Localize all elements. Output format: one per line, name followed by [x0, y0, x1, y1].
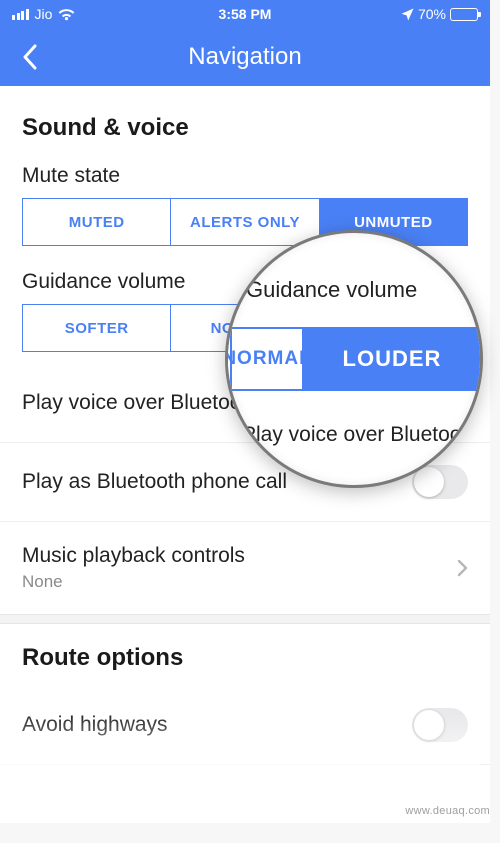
battery-icon [450, 8, 478, 21]
avoid-highways-label: Avoid highways [22, 713, 168, 737]
screen: Jio 3:58 PM 70% Navigation Sound & voice… [0, 0, 490, 823]
avoid-highways-toggle[interactable] [412, 708, 468, 742]
lens-option-normal: NORMAL [232, 327, 304, 391]
lens-option-louder: LOUDER [304, 327, 482, 391]
section-separator [0, 614, 490, 624]
carrier-label: Jio [35, 6, 53, 22]
mute-state-option-muted[interactable]: MUTED [22, 198, 171, 246]
chevron-left-icon [22, 44, 38, 70]
avoid-highways-row[interactable]: Avoid highways [0, 686, 490, 764]
play-voice-over-bluetooth-label: Play voice over Bluetooth [22, 391, 259, 415]
location-icon [401, 8, 414, 21]
avoid-tolls-label: Avoid tolls [22, 792, 117, 816]
avoid-tolls-row[interactable]: Avoid tolls [0, 765, 490, 843]
play-as-bt-phone-call-label: Play as Bluetooth phone call [22, 470, 287, 494]
back-button[interactable] [10, 37, 50, 77]
mute-state-option-alerts-only[interactable]: ALERTS ONLY [171, 198, 319, 246]
navbar: Navigation [0, 28, 490, 86]
music-playback-controls-value: None [22, 572, 245, 592]
music-playback-controls-label: Music playback controls [22, 544, 245, 568]
music-playback-controls-row[interactable]: Music playback controls None [0, 522, 490, 614]
watermark: www.deuaq.com [405, 805, 490, 817]
chevron-right-icon [457, 559, 468, 577]
status-time: 3:58 PM [167, 6, 322, 22]
battery-percentage: 70% [418, 6, 446, 22]
wifi-icon [58, 8, 75, 21]
zoom-lens: Guidance volume SOFTER NORMAL LOUDER Pla… [225, 230, 483, 488]
mute-state-label: Mute state [0, 156, 490, 198]
cellular-signal-icon [12, 9, 29, 20]
lens-toggle-peek [434, 457, 483, 488]
lens-play-bt-label: Play voice over Bluetooth [242, 423, 479, 447]
status-bar: Jio 3:58 PM 70% [0, 0, 490, 28]
page-title: Navigation [0, 43, 490, 71]
lens-guidance-volume-label: Guidance volume [246, 277, 417, 303]
section-header-route-options: Route options [0, 624, 490, 686]
guidance-volume-option-softer[interactable]: SOFTER [22, 304, 171, 352]
section-header-sound-voice: Sound & voice [0, 86, 490, 156]
